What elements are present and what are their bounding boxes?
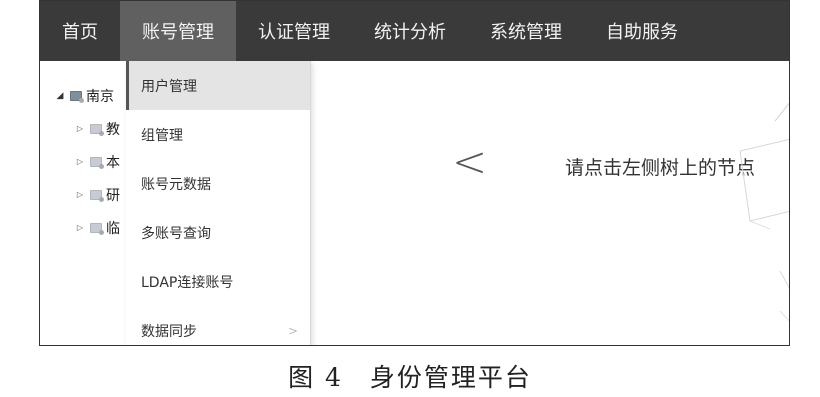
folder-icon <box>90 123 104 136</box>
caret-right-icon[interactable]: ▷ <box>74 190 86 199</box>
tree-node[interactable]: ▷ 临 <box>54 211 120 244</box>
figure-caption: 图 4 身份管理平台 <box>288 363 532 392</box>
menu-item-multi-account-query[interactable]: 多账号查询 <box>126 208 310 257</box>
menu-item-user-management[interactable]: 用户管理 <box>126 61 310 110</box>
tree-node-label: 本 <box>106 154 120 171</box>
nav-self-service[interactable]: 自助服务 <box>584 1 700 61</box>
tree-node-label: 研 <box>106 187 120 204</box>
menu-item-group-management[interactable]: 组管理 <box>126 110 310 159</box>
tree-node-label: 南京 <box>86 88 114 105</box>
org-tree: ◢ 南京 ▷ 教 ▷ 本 ▷ 研 ▷ 临 <box>54 79 120 244</box>
tree-node[interactable]: ▷ 本 <box>54 145 120 178</box>
menu-item-account-metadata[interactable]: 账号元数据 <box>126 159 310 208</box>
tree-node-label: 教 <box>106 121 120 138</box>
folder-icon <box>90 156 104 169</box>
caret-right-icon[interactable]: ▷ <box>74 124 86 133</box>
tree-node[interactable]: ▷ 教 <box>54 112 120 145</box>
nav-auth-management[interactable]: 认证管理 <box>236 1 352 61</box>
caret-right-icon[interactable]: ▷ <box>74 157 86 166</box>
chevron-left-icon[interactable]: < <box>452 141 487 183</box>
top-navbar: 首页 账号管理 认证管理 统计分析 系统管理 自助服务 <box>40 1 789 61</box>
menu-item-ldap-accounts[interactable]: LDAP连接账号 <box>126 257 310 306</box>
nav-account-management[interactable]: 账号管理 <box>120 1 236 61</box>
decorative-cube-lines <box>739 102 789 322</box>
nav-statistics[interactable]: 统计分析 <box>352 1 468 61</box>
app-window: 首页 账号管理 认证管理 统计分析 系统管理 自助服务 ◢ 南京 ▷ 教 ▷ 本… <box>39 0 790 346</box>
nav-system-management[interactable]: 系统管理 <box>468 1 584 61</box>
folder-icon <box>70 90 84 103</box>
tree-node-root[interactable]: ◢ 南京 <box>54 79 120 112</box>
tree-node-label: 临 <box>106 220 120 237</box>
menu-item-label: 数据同步 <box>141 323 197 340</box>
folder-icon <box>90 222 104 235</box>
nav-home[interactable]: 首页 <box>40 1 120 61</box>
menu-item-data-sync[interactable]: 数据同步 > <box>126 306 310 345</box>
caret-right-icon[interactable]: ▷ <box>74 223 86 232</box>
folder-icon <box>90 189 104 202</box>
chevron-right-icon: > <box>287 323 298 338</box>
account-management-dropdown: 用户管理 组管理 账号元数据 多账号查询 LDAP连接账号 数据同步 > <box>126 61 311 345</box>
tree-node[interactable]: ▷ 研 <box>54 178 120 211</box>
caret-down-icon[interactable]: ◢ <box>54 91 66 101</box>
